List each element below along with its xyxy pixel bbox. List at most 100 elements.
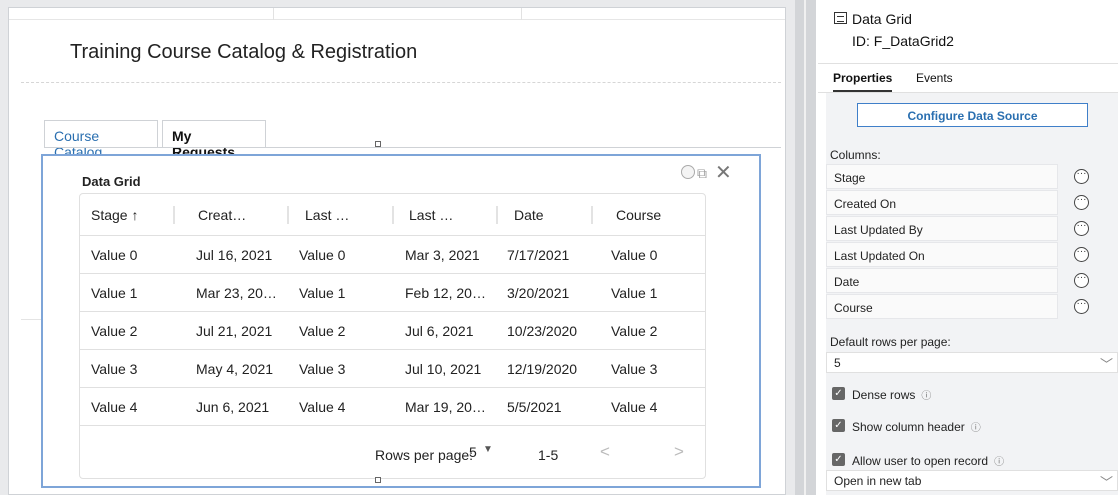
table-cell: Jul 21, 2021	[196, 323, 273, 339]
table-cell: Value 3	[611, 361, 658, 377]
table-cell: Jul 10, 2021	[405, 361, 482, 377]
table-cell: 12/19/2020	[507, 361, 578, 377]
allow-open-checkbox[interactable]: ✓	[832, 453, 845, 466]
table-cell: Value 1	[611, 285, 658, 301]
tab-properties[interactable]: Properties	[833, 71, 893, 92]
page-title: Training Course Catalog & Registration	[70, 41, 418, 63]
column-item-last-updated-by[interactable]: Last Updated By	[826, 216, 1058, 241]
configure-data-source-button[interactable]: Configure Data Source	[857, 103, 1088, 127]
table-cell: Jul 16, 2021	[196, 247, 273, 263]
tab-my-requests[interactable]: My Requests	[162, 120, 266, 160]
column-header-last-updated-by[interactable]: Last …	[305, 207, 349, 223]
table-cell: Mar 23, 20…	[196, 285, 277, 301]
chevron-right-icon[interactable]: >	[674, 442, 684, 462]
column-item-last-updated-on[interactable]: Last Updated On	[826, 242, 1058, 267]
form-page: Training Course Catalog & Registration C…	[8, 7, 786, 495]
data-table: Stage ↑ Creat… Last … Last … Date Course	[79, 193, 706, 479]
component-id: ID: F_DataGrid2	[852, 33, 954, 49]
resize-handle-bottom[interactable]	[375, 477, 381, 483]
info-icon[interactable]: ⓘ	[971, 423, 981, 434]
panel-header: Data Grid ID: F_DataGrid2	[818, 0, 1118, 64]
column-header-created[interactable]: Creat…	[198, 207, 246, 223]
scrollbar[interactable]	[795, 0, 804, 495]
column-item-created-on[interactable]: Created On	[826, 190, 1058, 215]
design-canvas: Training Course Catalog & Registration C…	[0, 0, 795, 495]
select-value: 5	[834, 356, 841, 370]
show-header-label: Show column header ⓘ	[852, 419, 981, 434]
table-cell: Value 3	[91, 361, 138, 377]
table-cell: 7/17/2021	[507, 247, 570, 263]
column-item-date[interactable]: Date	[826, 268, 1058, 293]
panel-tabs: Properties Events	[818, 64, 1118, 93]
table-header: Stage ↑ Creat… Last … Last … Date Course	[80, 194, 705, 236]
column-separator[interactable]	[173, 206, 175, 224]
more-options-icon[interactable]: ···	[1074, 299, 1089, 314]
rows-per-page-label: Rows per page:	[375, 447, 474, 463]
column-separator[interactable]	[392, 206, 394, 224]
more-options-icon[interactable]: ···	[1074, 221, 1089, 236]
dense-rows-label: Dense rows ⓘ	[852, 387, 931, 402]
allow-open-label: Allow user to open record ⓘ	[852, 453, 1004, 468]
data-grid-widget[interactable]: Data Grid ⧉ ✕ Stage ↑ Creat… Last … Last…	[41, 154, 761, 488]
table-pagination: Rows per page: 5 ▼ 1-5 < >	[80, 426, 705, 478]
table-cell: 3/20/2021	[507, 285, 570, 301]
table-cell: Jul 6, 2021	[405, 323, 474, 339]
table-cell: Value 2	[299, 323, 346, 339]
more-options-icon[interactable]: ···	[1074, 247, 1089, 262]
more-options-icon[interactable]: ···	[1074, 169, 1089, 184]
section-divider	[273, 8, 274, 20]
dense-rows-checkbox[interactable]: ✓	[832, 387, 845, 400]
option-label: Allow user to open record	[852, 454, 989, 468]
panel-body: Configure Data Source Columns: Stage ···…	[826, 93, 1118, 495]
table-cell: May 4, 2021	[196, 361, 274, 377]
chevron-left-icon[interactable]: <	[600, 442, 610, 462]
table-cell: Value 2	[91, 323, 138, 339]
data-grid-icon	[834, 12, 847, 24]
chevron-down-icon[interactable]: ﹀	[1100, 472, 1113, 491]
column-separator[interactable]	[496, 206, 498, 224]
caret-down-icon[interactable]: ▼	[483, 444, 493, 455]
table-cell: Value 0	[299, 247, 346, 263]
close-icon[interactable]: ✕	[715, 160, 732, 184]
table-cell: 10/23/2020	[507, 323, 578, 339]
open-mode-select[interactable]: Open in new tab ﹀	[826, 470, 1118, 491]
column-item-stage[interactable]: Stage	[826, 164, 1058, 189]
duplicate-icon[interactable]: ⧉	[697, 165, 707, 181]
column-header-last-updated-on[interactable]: Last …	[409, 207, 453, 223]
properties-panel: Data Grid ID: F_DataGrid2 Properties Eve…	[818, 0, 1118, 495]
column-item-course[interactable]: Course	[826, 294, 1058, 319]
table-row[interactable]: Value 3 May 4, 2021 Value 3 Jul 10, 2021…	[80, 350, 705, 388]
panel-splitter[interactable]	[806, 0, 816, 495]
column-header-date[interactable]: Date	[514, 207, 544, 223]
show-header-checkbox[interactable]: ✓	[832, 419, 845, 432]
info-icon[interactable]: ⓘ	[921, 391, 931, 402]
more-options-icon[interactable]: ···	[1074, 195, 1089, 210]
info-icon[interactable]: ⓘ	[994, 457, 1004, 468]
rows-per-page-select[interactable]: 5	[469, 444, 477, 460]
divider	[21, 319, 43, 320]
column-separator[interactable]	[287, 206, 289, 224]
table-row[interactable]: Value 1 Mar 23, 20… Value 1 Feb 12, 20… …	[80, 274, 705, 312]
section-divider	[521, 8, 522, 20]
app-root: Training Course Catalog & Registration C…	[0, 0, 1118, 495]
table-row[interactable]: Value 2 Jul 21, 2021 Value 2 Jul 6, 2021…	[80, 312, 705, 350]
table-cell: Value 0	[91, 247, 138, 263]
default-rows-select[interactable]: 5 ﹀	[826, 352, 1118, 373]
column-header-stage[interactable]: Stage ↑	[91, 207, 138, 223]
table-row[interactable]: Value 0 Jul 16, 2021 Value 0 Mar 3, 2021…	[80, 236, 705, 274]
record-circle-icon[interactable]	[681, 165, 695, 179]
rows-per-page-label: Default rows per page:	[830, 335, 951, 349]
column-header-course[interactable]: Course	[616, 207, 661, 223]
resize-handle-top[interactable]	[375, 141, 381, 147]
column-separator[interactable]	[591, 206, 593, 224]
more-options-icon[interactable]: ···	[1074, 273, 1089, 288]
chevron-down-icon[interactable]: ﹀	[1100, 354, 1113, 373]
title-separator	[21, 82, 781, 83]
tab-events[interactable]: Events	[916, 71, 953, 85]
table-cell: Jun 6, 2021	[196, 399, 270, 415]
page-top-section	[9, 8, 785, 20]
tab-course-catalog[interactable]: Course Catalog	[44, 120, 158, 160]
table-cell: Value 1	[299, 285, 346, 301]
page-range: 1-5	[538, 447, 559, 463]
table-row[interactable]: Value 4 Jun 6, 2021 Value 4 Mar 19, 20… …	[80, 388, 705, 426]
